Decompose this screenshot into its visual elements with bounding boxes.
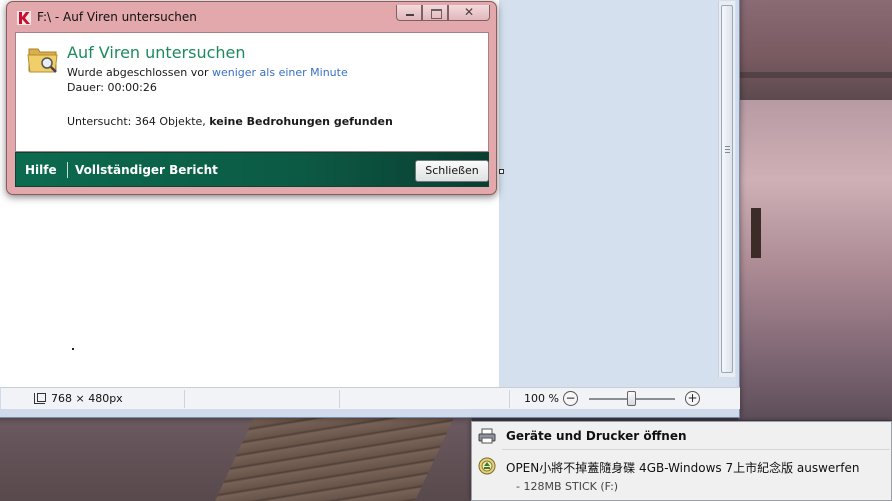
menu-item-eject[interactable]: OPEN小將不掉蓋隨身碟 4GB-Windows 7上市紀念版 auswerfe… xyxy=(472,453,891,479)
desktop-background-post xyxy=(751,208,761,258)
kaspersky-k-icon xyxy=(17,11,31,25)
usb-tray-menu: Geräte und Drucker öffnen OPEN小將不掉蓋隨身碟 4… xyxy=(471,421,892,501)
dialog-heading: Auf Viren untersuchen xyxy=(67,43,246,62)
full-report-link[interactable]: Vollständiger Bericht xyxy=(75,163,218,177)
dialog-titlebar[interactable]: F:\ - Auf Viren untersuchen ✕ xyxy=(7,2,496,32)
scrollbar-thumb[interactable] xyxy=(721,5,733,373)
image-size-icon xyxy=(34,393,46,404)
scrollbar-grip xyxy=(725,146,730,153)
status-separator xyxy=(509,390,510,408)
minimize-button[interactable] xyxy=(396,5,422,21)
status-separator xyxy=(339,390,340,408)
help-link[interactable]: Hilfe xyxy=(25,163,57,177)
image-size-text: 768 × 480px xyxy=(51,392,123,405)
desktop-background-dock xyxy=(215,418,454,501)
folder-scan-icon xyxy=(27,48,58,73)
status-separator xyxy=(184,390,185,408)
menu-divider xyxy=(502,449,890,450)
dialog-footer: Hilfe Vollständiger Bericht Schließen xyxy=(15,152,489,187)
eject-drive-sublabel: - 128MB STICK (F:) xyxy=(516,480,619,493)
status-bar: 768 × 480px 100 % − + xyxy=(1,387,740,409)
usb-eject-icon xyxy=(478,457,496,475)
scan-result-line: Untersucht: 364 Objekte, keine Bedrohung… xyxy=(67,115,393,128)
completed-time-link[interactable]: weniger als einer Minute xyxy=(212,66,348,79)
footer-separator xyxy=(67,162,68,178)
scan-dialog: F:\ - Auf Viren untersuchen ✕ Auf Viren … xyxy=(6,1,497,195)
zoom-level: 100 % xyxy=(524,392,559,405)
scanned-objects-text: Untersucht: 364 Objekte, xyxy=(67,115,210,128)
zoom-in-button[interactable]: + xyxy=(685,391,700,406)
printer-icon xyxy=(478,428,496,444)
zoom-slider-thumb[interactable] xyxy=(627,391,636,406)
close-window-button[interactable]: ✕ xyxy=(448,5,490,21)
close-button[interactable]: Schließen xyxy=(415,160,489,182)
completed-line: Wurde abgeschlossen vor weniger als eine… xyxy=(67,66,348,79)
maximize-button[interactable] xyxy=(422,5,448,21)
eject-device-label: OPEN小將不掉蓋隨身碟 4GB-Windows 7上市紀念版 auswerfe… xyxy=(506,461,860,475)
menu-item-devices-printers[interactable]: Geräte und Drucker öffnen xyxy=(472,423,891,449)
desktop-background-lake xyxy=(738,100,892,420)
dialog-title: F:\ - Auf Viren untersuchen xyxy=(37,10,197,24)
scan-result-text: keine Bedrohungen gefunden xyxy=(209,115,393,128)
close-icon: ✕ xyxy=(463,5,475,19)
devices-printers-label: Geräte und Drucker öffnen xyxy=(506,429,687,443)
completed-text: Wurde abgeschlossen vor xyxy=(67,66,212,79)
duration-text: Dauer: 00:00:26 xyxy=(67,81,157,94)
vertical-scrollbar[interactable] xyxy=(718,1,735,377)
dialog-content: Auf Viren untersuchen Wurde abgeschlosse… xyxy=(15,32,489,152)
zoom-out-button[interactable]: − xyxy=(563,391,578,406)
canvas-resize-handle[interactable] xyxy=(499,169,504,174)
desktop-background-hills xyxy=(738,0,892,100)
canvas-dot xyxy=(72,348,74,350)
